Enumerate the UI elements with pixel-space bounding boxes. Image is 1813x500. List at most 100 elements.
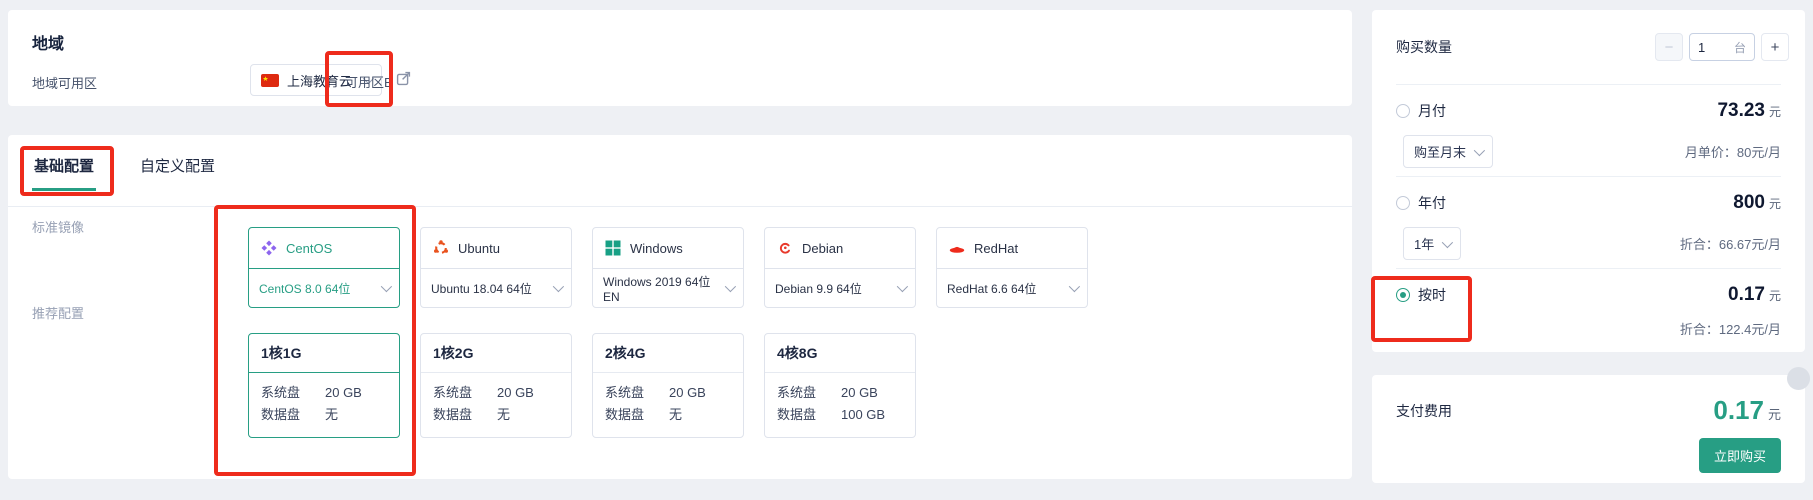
spec-card-2c4g[interactable]: 2核4G 系统盘20 GB 数据盘无 bbox=[592, 333, 744, 438]
standard-image-label: 标准镜像 bbox=[32, 217, 84, 236]
tab-basic-config[interactable]: 基础配置 bbox=[32, 151, 96, 191]
os-version-value: Ubuntu 18.04 64位 bbox=[431, 280, 532, 297]
purchase-page: 地域 地域可用区 上海教育云 可用区B 基础配置 自定义配置 标准镜像 bbox=[0, 0, 1813, 500]
region-section-title: 地域 bbox=[32, 30, 64, 54]
chevron-down-icon bbox=[897, 281, 908, 292]
currency-unit: 元 bbox=[1769, 197, 1781, 211]
os-card-redhat[interactable]: RedHat RedHat 6.6 64位 bbox=[936, 227, 1088, 308]
spec-card-1c1g[interactable]: 1核1G 系统盘20 GB 数据盘无 bbox=[248, 333, 400, 438]
region-zone-label: 地域可用区 bbox=[32, 73, 97, 92]
quantity-minus-button[interactable]: − bbox=[1655, 33, 1683, 61]
plan-monthly-label: 月付 bbox=[1418, 101, 1446, 121]
disk-value: 20 GB bbox=[497, 382, 534, 404]
quantity-plus-button[interactable]: + bbox=[1761, 33, 1789, 61]
redhat-icon bbox=[949, 240, 965, 256]
spec-row: 1核1G 系统盘20 GB 数据盘无 1核2G 系统盘20 GB 数据盘无 2核… bbox=[248, 333, 916, 438]
os-version-select-ubuntu[interactable]: Ubuntu 18.04 64位 bbox=[421, 268, 571, 307]
disk-label: 系统盘 bbox=[261, 382, 325, 404]
plan-yearly-label: 年付 bbox=[1418, 193, 1446, 213]
tabs-divider bbox=[8, 206, 1352, 207]
monthly-duration-select[interactable]: 购至月末 bbox=[1403, 135, 1493, 168]
disk-value: 100 GB bbox=[841, 404, 885, 426]
disk-value: 无 bbox=[325, 404, 338, 426]
recommended-config-label: 推荐配置 bbox=[32, 303, 84, 322]
chevron-down-icon bbox=[1474, 144, 1485, 155]
disk-label: 数据盘 bbox=[605, 404, 669, 426]
plan-hourly: 按时 0.17元 折合：122.4元/月 bbox=[1396, 268, 1781, 352]
os-card-centos-header[interactable]: CentOS bbox=[249, 228, 399, 268]
chevron-down-icon bbox=[725, 281, 736, 292]
region-card: 地域 地域可用区 上海教育云 可用区B bbox=[8, 10, 1352, 106]
radio-monthly[interactable] bbox=[1396, 104, 1410, 118]
os-version-value: CentOS 8.0 64位 bbox=[259, 280, 350, 297]
radio-yearly[interactable] bbox=[1396, 196, 1410, 210]
tab-custom-config[interactable]: 自定义配置 bbox=[138, 151, 217, 191]
os-image-row: CentOS CentOS 8.0 64位 Ubuntu bbox=[248, 227, 1088, 308]
monthly-unit-price-note: 月单价：80元/月 bbox=[1685, 142, 1781, 161]
radio-hourly[interactable] bbox=[1396, 288, 1410, 302]
plan-monthly-price: 73.23元 bbox=[1717, 100, 1781, 122]
debian-icon bbox=[777, 240, 793, 256]
buy-now-button[interactable]: 立即购买 bbox=[1699, 438, 1781, 473]
config-card: 基础配置 自定义配置 标准镜像 CentOS CentOS 8.0 64位 bbox=[8, 135, 1352, 479]
pay-card: 支付费用 0.17元 立即购买 bbox=[1372, 375, 1805, 483]
plan-hourly-label: 按时 bbox=[1418, 285, 1446, 305]
windows-icon bbox=[605, 240, 621, 256]
os-card-ubuntu-header[interactable]: Ubuntu bbox=[421, 228, 571, 268]
currency-unit: 元 bbox=[1769, 105, 1781, 119]
os-version-value: Windows 2019 64位 EN bbox=[603, 273, 725, 304]
yearly-converted-note: 折合：66.67元/月 bbox=[1680, 234, 1781, 253]
disk-label: 系统盘 bbox=[433, 382, 497, 404]
spec-details: 系统盘20 GB 数据盘100 GB bbox=[765, 373, 915, 437]
os-card-debian[interactable]: Debian Debian 9.9 64位 bbox=[764, 227, 916, 308]
plan-yearly: 年付 800元 1年 折合：66.67元/月 bbox=[1396, 176, 1781, 268]
os-name: Ubuntu bbox=[458, 241, 500, 256]
disk-label: 数据盘 bbox=[261, 404, 325, 426]
spec-name: 1核2G bbox=[421, 334, 571, 373]
disk-value: 20 GB bbox=[841, 382, 878, 404]
os-version-select-debian[interactable]: Debian 9.9 64位 bbox=[765, 268, 915, 307]
disk-value: 无 bbox=[497, 404, 510, 426]
yearly-duration-select[interactable]: 1年 bbox=[1403, 227, 1461, 260]
os-card-windows-header[interactable]: Windows bbox=[593, 228, 743, 268]
quantity-input[interactable] bbox=[1698, 40, 1724, 55]
centos-icon bbox=[261, 240, 277, 256]
spec-name: 4核8G bbox=[765, 334, 915, 373]
hourly-converted-note: 折合：122.4元/月 bbox=[1680, 319, 1781, 338]
os-card-ubuntu[interactable]: Ubuntu Ubuntu 18.04 64位 bbox=[420, 227, 572, 308]
os-card-redhat-header[interactable]: RedHat bbox=[937, 228, 1087, 268]
spec-details: 系统盘20 GB 数据盘无 bbox=[249, 373, 399, 437]
availability-zone-label[interactable]: 可用区B bbox=[345, 72, 393, 91]
spec-card-1c2g[interactable]: 1核2G 系统盘20 GB 数据盘无 bbox=[420, 333, 572, 438]
quantity-stepper: − 台 + bbox=[1655, 33, 1789, 61]
chevron-down-icon bbox=[1069, 281, 1080, 292]
os-version-select-windows[interactable]: Windows 2019 64位 EN bbox=[593, 268, 743, 307]
plan-hourly-option[interactable]: 按时 bbox=[1396, 285, 1446, 305]
spec-details: 系统盘20 GB 数据盘无 bbox=[593, 373, 743, 437]
os-version-select-redhat[interactable]: RedHat 6.6 64位 bbox=[937, 268, 1087, 307]
china-flag-icon bbox=[261, 74, 279, 87]
os-card-windows[interactable]: Windows Windows 2019 64位 EN bbox=[592, 227, 744, 308]
config-tabs: 基础配置 自定义配置 bbox=[32, 151, 217, 191]
spec-name: 2核4G bbox=[593, 334, 743, 373]
pay-price: 0.17元 bbox=[1713, 395, 1781, 426]
os-name: CentOS bbox=[286, 241, 332, 256]
spec-card-4c8g[interactable]: 4核8G 系统盘20 GB 数据盘100 GB bbox=[764, 333, 916, 438]
quantity-row: 购买数量 − 台 + bbox=[1372, 10, 1805, 84]
os-version-select-centos[interactable]: CentOS 8.0 64位 bbox=[249, 268, 399, 307]
plan-monthly: 月付 73.23元 购至月末 月单价：80元/月 bbox=[1396, 84, 1781, 176]
os-name: Windows bbox=[630, 241, 683, 256]
plan-yearly-option[interactable]: 年付 bbox=[1396, 193, 1446, 213]
os-card-debian-header[interactable]: Debian bbox=[765, 228, 915, 268]
disk-value: 20 GB bbox=[669, 382, 706, 404]
external-link-icon[interactable] bbox=[396, 71, 411, 86]
os-card-centos[interactable]: CentOS CentOS 8.0 64位 bbox=[248, 227, 400, 308]
chevron-down-icon bbox=[381, 281, 392, 292]
billing-card: 购买数量 − 台 + 月付 73.23元 购至月末 bbox=[1372, 10, 1805, 352]
floating-widget bbox=[1787, 367, 1810, 390]
disk-label: 系统盘 bbox=[605, 382, 669, 404]
plan-monthly-option[interactable]: 月付 bbox=[1396, 101, 1446, 121]
disk-label: 数据盘 bbox=[777, 404, 841, 426]
os-version-value: Debian 9.9 64位 bbox=[775, 280, 862, 297]
spec-details: 系统盘20 GB 数据盘无 bbox=[421, 373, 571, 437]
